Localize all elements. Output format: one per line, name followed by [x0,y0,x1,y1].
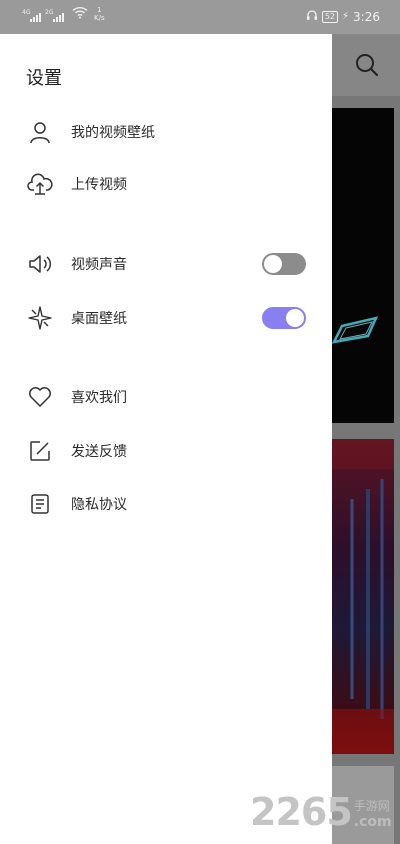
background-header [332,34,400,96]
document-icon [26,490,54,518]
drawer-title: 设置 [26,68,62,89]
menu-item-video-sound: 视频声音 [0,244,332,284]
charging-icon: ⚡ [342,11,350,22]
corridor-image [332,439,394,754]
background-app [332,34,400,844]
menu-item-upload-video[interactable]: 上传视频 [0,164,332,204]
status-bar: 4G 2G 1 K/s 52 ⚡ 3:26 [0,0,400,34]
neon-shape-image [332,316,379,344]
clock: 3:26 [353,9,380,24]
menu-label: 桌面壁纸 [71,311,127,327]
cloud-upload-icon [26,170,54,198]
headphone-icon [306,9,318,24]
wifi-icon [72,6,88,22]
menu-item-like-us[interactable]: 喜欢我们 [0,377,332,417]
signal-icon-sim1: 4G [22,9,41,22]
speed-unit: K/s [94,14,105,22]
wallpaper-thumbnail[interactable] [332,108,394,423]
watermark-number: 2265 [250,790,353,834]
sim2-tag: 2G [45,9,54,16]
menu-item-my-wallpapers[interactable]: 我的视频壁纸 [0,112,332,152]
menu-label: 上传视频 [71,177,127,193]
settings-drawer: 设置 我的视频壁纸 上传视频 视频声音 桌面壁纸 喜欢我们 发送反馈 隐私协议 [0,34,332,844]
menu-label: 我的视频壁纸 [71,125,155,141]
watermark-com: .com [353,814,392,830]
menu-item-privacy-policy[interactable]: 隐私协议 [0,484,332,524]
menu-item-send-feedback[interactable]: 发送反馈 [0,431,332,471]
menu-label: 发送反馈 [71,444,127,460]
watermark-logo: 2265 手游网 .com [250,790,392,834]
toggle-knob [286,309,304,327]
toggle-knob [264,255,282,273]
menu-label: 视频声音 [71,257,127,273]
battery-indicator: 52 [321,10,339,23]
menu-label: 喜欢我们 [71,390,127,406]
desktop-wallpaper-toggle[interactable] [262,307,306,329]
search-button[interactable] [354,52,380,78]
signal-icon-sim2: 2G [45,9,64,22]
sparkle-icon [26,304,54,332]
menu-label: 隐私协议 [71,497,127,513]
status-left: 4G 2G 1 K/s [22,6,105,22]
menu-item-desktop-wallpaper: 桌面壁纸 [0,298,332,338]
wallpaper-thumbnail[interactable] [332,439,394,754]
watermark-cn: 手游网 [353,799,390,813]
speed-value: 1 [97,6,102,14]
status-right: 52 ⚡ 3:26 [306,9,380,24]
edit-icon [26,437,54,465]
search-icon [356,54,379,77]
sim1-tag: 4G [22,9,31,16]
speaker-icon [26,250,54,278]
video-sound-toggle[interactable] [262,253,306,275]
user-icon [26,118,54,146]
network-speed: 1 K/s [94,6,105,22]
heart-icon [26,383,54,411]
